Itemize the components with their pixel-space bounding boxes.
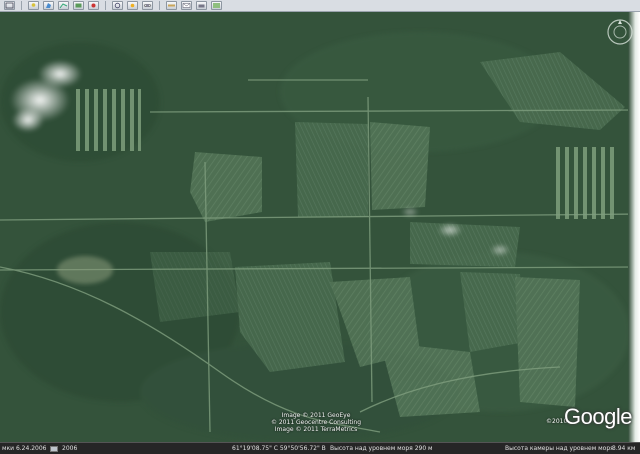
toolbar-separator (159, 1, 160, 10)
placemark-icon[interactable] (28, 1, 39, 10)
sidebar-icon[interactable] (4, 1, 15, 10)
coordinates: 61°19'08.75" С 59°50'56.72" В (232, 445, 326, 452)
sun-icon[interactable] (127, 1, 138, 10)
credit-line: Image © 2011 TerraMetrics (274, 426, 358, 433)
eye-altitude-label: Высота камеры над уровнем моря (505, 445, 614, 452)
eye-altitude-value: 3.94 км (612, 445, 636, 452)
planet-icon[interactable] (142, 1, 153, 10)
imagery-year: 2006 (62, 445, 78, 452)
tour-date: мки 6.24.2006 (2, 445, 47, 452)
polygon-icon[interactable] (43, 1, 54, 10)
google-logo: Google (564, 404, 632, 429)
toolbar-separator (105, 1, 106, 10)
overlay-icon[interactable] (73, 1, 84, 10)
google-earth-window: Image © 2011 GeoEye © 2011 Geocentre Con… (0, 0, 640, 454)
email-icon[interactable] (181, 1, 192, 10)
print-icon[interactable] (196, 1, 207, 10)
ruler-icon[interactable] (166, 1, 177, 10)
toolbar-separator (21, 1, 22, 10)
navigation-compass-icon[interactable] (606, 18, 634, 46)
timeline-slider[interactable] (50, 446, 58, 452)
history-icon[interactable] (112, 1, 123, 10)
tour-icon[interactable] (88, 1, 99, 10)
credit-line: Image © 2011 GeoEye (281, 412, 351, 419)
satellite-imagery (0, 12, 640, 442)
credit-line: © 2011 Geocentre Consulting (270, 419, 362, 426)
path-icon[interactable] (58, 1, 69, 10)
map-icon[interactable] (211, 1, 222, 10)
elevation: Высота над уровнем моря 290 м (330, 445, 433, 452)
imagery-credits: Image © 2011 GeoEye © 2011 Geocentre Con… (256, 412, 376, 433)
toolbar (0, 0, 640, 12)
map-edge (628, 12, 640, 442)
satellite-map-view[interactable]: Image © 2011 GeoEye © 2011 Geocentre Con… (0, 12, 640, 442)
status-bar: мки 6.24.2006 2006 61°19'08.75" С 59°50'… (0, 442, 640, 454)
